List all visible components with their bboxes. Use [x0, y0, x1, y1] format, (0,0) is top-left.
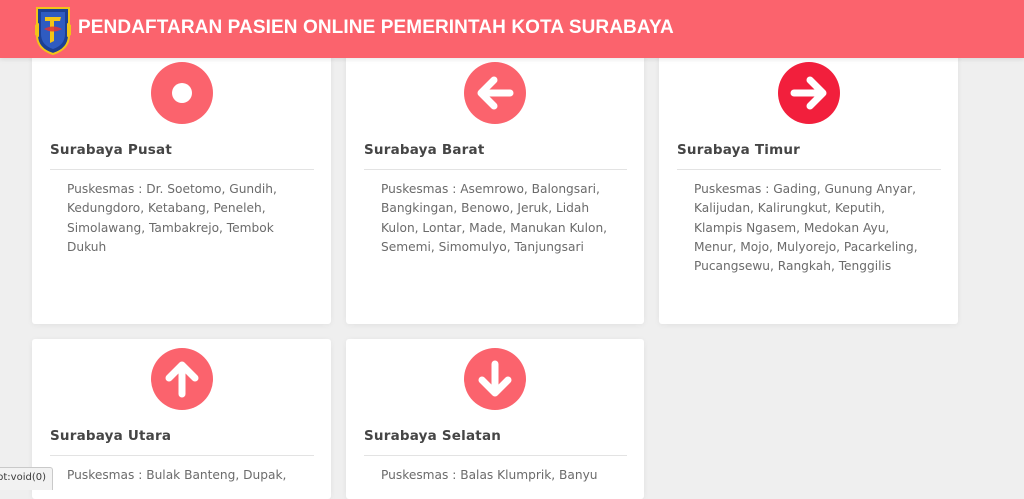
- region-card-surabaya-utara[interactable]: Surabaya Utara Puskesmas : Bulak Banteng…: [32, 339, 331, 499]
- arrow-right-icon: [790, 76, 826, 110]
- card-title[interactable]: Surabaya Selatan: [364, 428, 501, 444]
- region-card-surabaya-selatan[interactable]: Surabaya Selatan Puskesmas : Balas Klump…: [346, 339, 644, 499]
- circle-dot-icon: [171, 83, 192, 103]
- card-divider: [677, 169, 941, 170]
- page-title: PENDAFTARAN PASIEN ONLINE PEMERINTAH KOT…: [78, 17, 674, 38]
- arrow-left-icon: [477, 76, 514, 110]
- top-navbar: PENDAFTARAN PASIEN ONLINE PEMERINTAH KOT…: [0, 0, 1024, 58]
- region-icon-button[interactable]: [150, 348, 213, 410]
- card-divider: [364, 455, 627, 456]
- card-divider: [364, 169, 627, 170]
- region-icon-button[interactable]: [464, 348, 526, 410]
- card-divider: [50, 169, 314, 170]
- region-icon-button[interactable]: [150, 62, 213, 124]
- arrow-up-icon: [165, 361, 198, 398]
- card-description: Puskesmas : Dr. Soetomo, Gundih, Kedungd…: [67, 182, 277, 254]
- link-status-tooltip: javascript:void(0);: [0, 467, 53, 490]
- arrow-down-icon: [478, 360, 512, 397]
- region-card-surabaya-barat[interactable]: Surabaya Barat Puskesmas : Asemrowo, Bal…: [346, 44, 644, 324]
- card-description: Puskesmas : Asemrowo, Balongsari, Bangki…: [381, 182, 608, 254]
- card-title[interactable]: Surabaya Utara: [50, 428, 171, 444]
- card-description: Puskesmas : Balas Klumprik, Banyu: [381, 468, 598, 482]
- card-title[interactable]: Surabaya Pusat: [50, 142, 172, 158]
- region-icon-button[interactable]: [464, 62, 526, 124]
- card-description: Puskesmas : Gading, Gunung Anyar, Kaliju…: [694, 182, 918, 274]
- region-card-surabaya-pusat[interactable]: Surabaya Pusat Puskesmas : Dr. Soetomo, …: [32, 44, 331, 324]
- region-icon-button[interactable]: [777, 62, 840, 124]
- card-title[interactable]: Surabaya Timur: [677, 142, 800, 158]
- surabaya-crest-icon[interactable]: [33, 5, 73, 55]
- region-card-surabaya-timur[interactable]: Surabaya Timur Puskesmas : Gading, Gunun…: [659, 44, 958, 324]
- card-title[interactable]: Surabaya Barat: [364, 142, 485, 158]
- card-divider: [50, 455, 314, 456]
- status-url-text: javascript:void(0);: [0, 472, 46, 483]
- card-description: Puskesmas : Bulak Banteng, Dupak,: [67, 468, 287, 482]
